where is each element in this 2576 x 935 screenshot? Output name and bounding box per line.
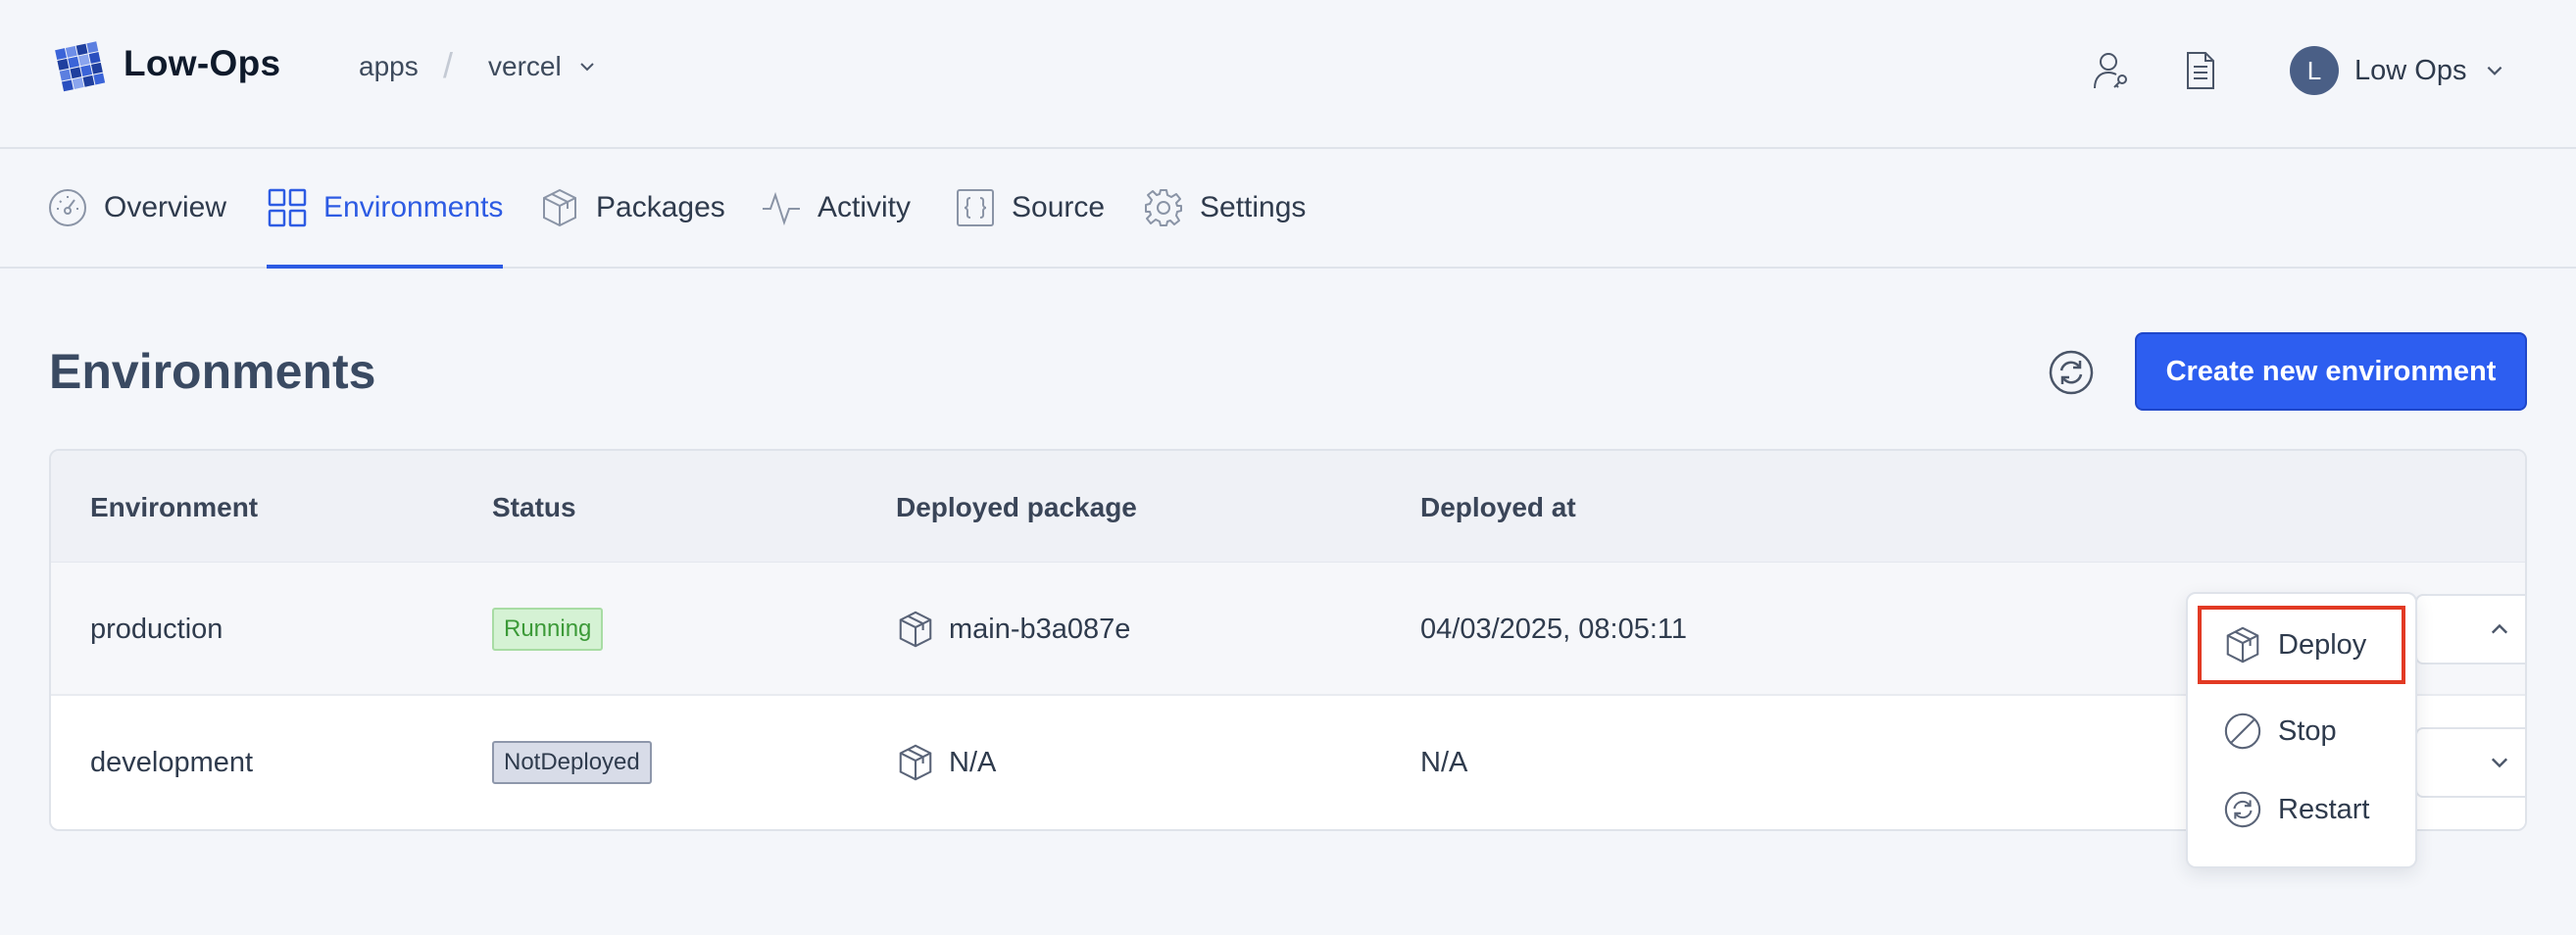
environment-actions-menu: Deploy Stop Restart <box>2186 592 2417 868</box>
column-header-deployed-at: Deployed at <box>1420 492 1576 522</box>
user-name: Low Ops <box>2354 54 2467 86</box>
stop-icon <box>2224 713 2261 750</box>
deployed-package[interactable]: main-b3a087e <box>896 563 1130 696</box>
tab-activity[interactable]: Activity <box>761 149 911 267</box>
stop-menu-item[interactable]: Stop <box>2198 692 2405 770</box>
page-title: Environments <box>49 344 376 399</box>
brand-name[interactable]: Low-Ops <box>124 43 280 84</box>
status-cell: NotDeployed <box>492 696 652 829</box>
package-icon <box>2226 626 2259 664</box>
menu-item-label: Stop <box>2278 714 2337 747</box>
status-badge: NotDeployed <box>492 741 652 784</box>
package-name: main-b3a087e <box>949 613 1131 645</box>
avatar: L <box>2290 46 2339 95</box>
column-header-status: Status <box>492 492 576 522</box>
document-icon[interactable] <box>2180 49 2219 92</box>
app-selector-label: vercel <box>488 51 562 81</box>
user-key-icon[interactable] <box>2092 49 2131 92</box>
refresh-icon[interactable] <box>2048 349 2095 396</box>
breadcrumb-separator: / <box>443 45 454 85</box>
create-environment-button[interactable]: Create new environment <box>2135 332 2527 411</box>
deployed-package: N/A <box>896 696 996 829</box>
tab-label: Source <box>1012 191 1106 223</box>
tab-packages[interactable]: Packages <box>539 149 725 267</box>
app-selector[interactable]: vercel <box>488 43 597 90</box>
restart-icon <box>2224 791 2261 828</box>
tab-label: Environments <box>323 191 504 223</box>
tab-label: Activity <box>817 191 912 223</box>
nav-tabs: Overview Environments Packages Activity … <box>0 149 2576 269</box>
breadcrumb-apps[interactable]: apps <box>359 51 419 82</box>
chevron-up-icon <box>2491 623 2508 634</box>
environment-name: development <box>90 746 254 778</box>
menu-item-label: Restart <box>2278 793 2370 825</box>
user-menu[interactable]: L Low Ops <box>2290 45 2505 96</box>
tab-label: Settings <box>1200 191 1307 223</box>
tab-source[interactable]: Source <box>955 149 1105 267</box>
code-braces-icon <box>957 189 994 226</box>
deployed-at: 04/03/2025, 08:05:11 <box>1420 613 1687 645</box>
status-badge: Running <box>492 608 604 651</box>
chevron-down-icon <box>579 63 594 72</box>
low-ops-logo-icon[interactable] <box>53 37 110 94</box>
deploy-menu-item[interactable]: Deploy <box>2198 606 2405 684</box>
package-icon <box>543 188 576 227</box>
chevron-down-icon <box>2491 758 2508 768</box>
package-icon <box>899 611 932 648</box>
tab-environments[interactable]: Environments <box>267 149 504 269</box>
package-name: N/A <box>949 746 997 778</box>
deployed-at: N/A <box>1420 746 1468 778</box>
status-cell: Running <box>492 563 604 696</box>
gear-icon <box>1145 189 1182 226</box>
top-bar: Low-Ops apps / vercel L Low Ops <box>0 0 2576 149</box>
menu-item-label: Deploy <box>2278 628 2367 661</box>
gauge-icon <box>49 189 86 226</box>
column-header-deployed-package: Deployed package <box>896 492 1137 522</box>
environment-name: production <box>90 613 223 645</box>
table-header: Environment Status Deployed package Depl… <box>51 451 2525 563</box>
package-icon <box>899 744 932 781</box>
table-row: production Running main-b3a087e 04/03/20… <box>51 563 2525 696</box>
tab-settings[interactable]: Settings <box>1143 149 1306 267</box>
chevron-down-icon <box>2488 66 2502 75</box>
tab-overview[interactable]: Overview <box>47 149 226 267</box>
column-header-environment: Environment <box>90 492 259 522</box>
environments-table: Environment Status Deployed package Depl… <box>49 449 2527 831</box>
row-actions-toggle[interactable] <box>2415 727 2525 798</box>
tab-label: Packages <box>596 191 725 223</box>
tab-label: Overview <box>104 191 227 223</box>
grid-icon <box>268 188 307 227</box>
table-row: development NotDeployed N/A N/A <box>51 696 2525 829</box>
activity-icon <box>763 191 800 226</box>
restart-menu-item[interactable]: Restart <box>2198 770 2405 849</box>
row-actions-toggle[interactable] <box>2415 594 2525 664</box>
